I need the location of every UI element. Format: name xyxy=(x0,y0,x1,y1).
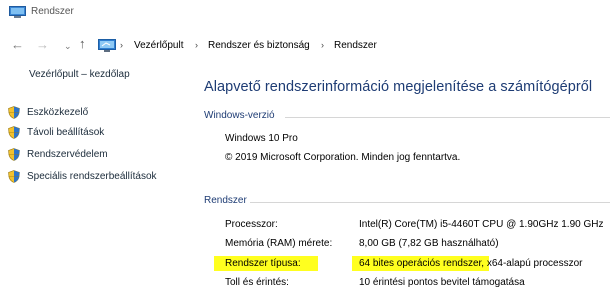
sidebar-item-remote-settings[interactable]: Távoli beállítások xyxy=(8,126,104,140)
breadcrumb-separator: › xyxy=(195,40,198,50)
title-bar xyxy=(0,0,615,26)
breadcrumb-separator: › xyxy=(120,40,123,50)
memory-label: Memória (RAM) mérete: xyxy=(225,238,333,249)
breadcrumb-separator: › xyxy=(321,40,324,50)
memory-value: 8,00 GB (7,82 GB használható) xyxy=(359,238,499,249)
breadcrumb-rendszer-es-biztonsag[interactable]: Rendszer és biztonság xyxy=(208,40,310,51)
system-heading: Rendszer xyxy=(204,195,247,206)
pen-touch-value: 10 érintési pontos bevitel támogatása xyxy=(359,277,525,288)
control-panel-home-link[interactable]: Vezérlőpult – kezdőlap xyxy=(29,69,130,80)
system-type-value: 64 bites operációs rendszer, x64-alapú p… xyxy=(359,258,582,269)
sidebar-item-label: Eszközkezelő xyxy=(27,107,89,118)
shield-icon xyxy=(8,106,20,119)
up-button[interactable]: ↑ xyxy=(79,37,86,51)
page-title: Alapvető rendszerinformáció megjelenítés… xyxy=(204,79,593,95)
section-divider xyxy=(250,202,610,203)
breadcrumb-vezerlopult[interactable]: Vezérlőpult xyxy=(134,40,183,51)
sidebar-item-label: Rendszervédelem xyxy=(27,149,108,160)
window-title: Rendszer xyxy=(31,6,74,17)
shield-icon xyxy=(8,170,20,183)
sidebar-item-label: Speciális rendszerbeállítások xyxy=(27,171,157,182)
processor-value: Intel(R) Core(TM) i5-4460T CPU @ 1.90GHz… xyxy=(359,219,604,230)
arrow-right-icon: → xyxy=(36,37,49,52)
back-button[interactable]: ← xyxy=(11,38,24,52)
chevron-down-icon: ⌄ xyxy=(64,41,72,51)
sidebar-item-advanced-settings[interactable]: Speciális rendszerbeállítások xyxy=(8,170,157,184)
forward-button[interactable]: → xyxy=(36,38,49,52)
copyright-text: © 2019 Microsoft Corporation. Minden jog… xyxy=(225,152,461,163)
sidebar-item-label: Távoli beállítások xyxy=(27,127,105,138)
recent-locations-button[interactable]: ⌄ xyxy=(64,39,72,53)
pen-touch-label: Toll és érintés: xyxy=(225,277,289,288)
section-divider xyxy=(285,117,610,118)
windows-version-heading: Windows-verzió xyxy=(204,110,275,121)
arrow-up-icon: ↑ xyxy=(79,36,86,51)
breadcrumb-rendszer[interactable]: Rendszer xyxy=(334,40,377,51)
shield-icon xyxy=(8,126,20,139)
system-type-label: Rendszer típusa: xyxy=(225,258,301,269)
sidebar-item-system-protection[interactable]: Rendszervédelem xyxy=(8,148,108,162)
system-app-icon xyxy=(9,6,26,18)
system-type-highlighted: 64 bites operációs rendszer xyxy=(359,258,482,269)
arrow-left-icon: ← xyxy=(11,37,24,52)
control-panel-icon xyxy=(98,39,116,52)
processor-label: Processzor: xyxy=(225,219,278,230)
system-type-rest: , x64-alapú processzor xyxy=(481,258,583,269)
shield-icon xyxy=(8,148,20,161)
sidebar-item-device-manager[interactable]: Eszközkezelő xyxy=(8,106,88,120)
windows-edition: Windows 10 Pro xyxy=(225,133,298,144)
